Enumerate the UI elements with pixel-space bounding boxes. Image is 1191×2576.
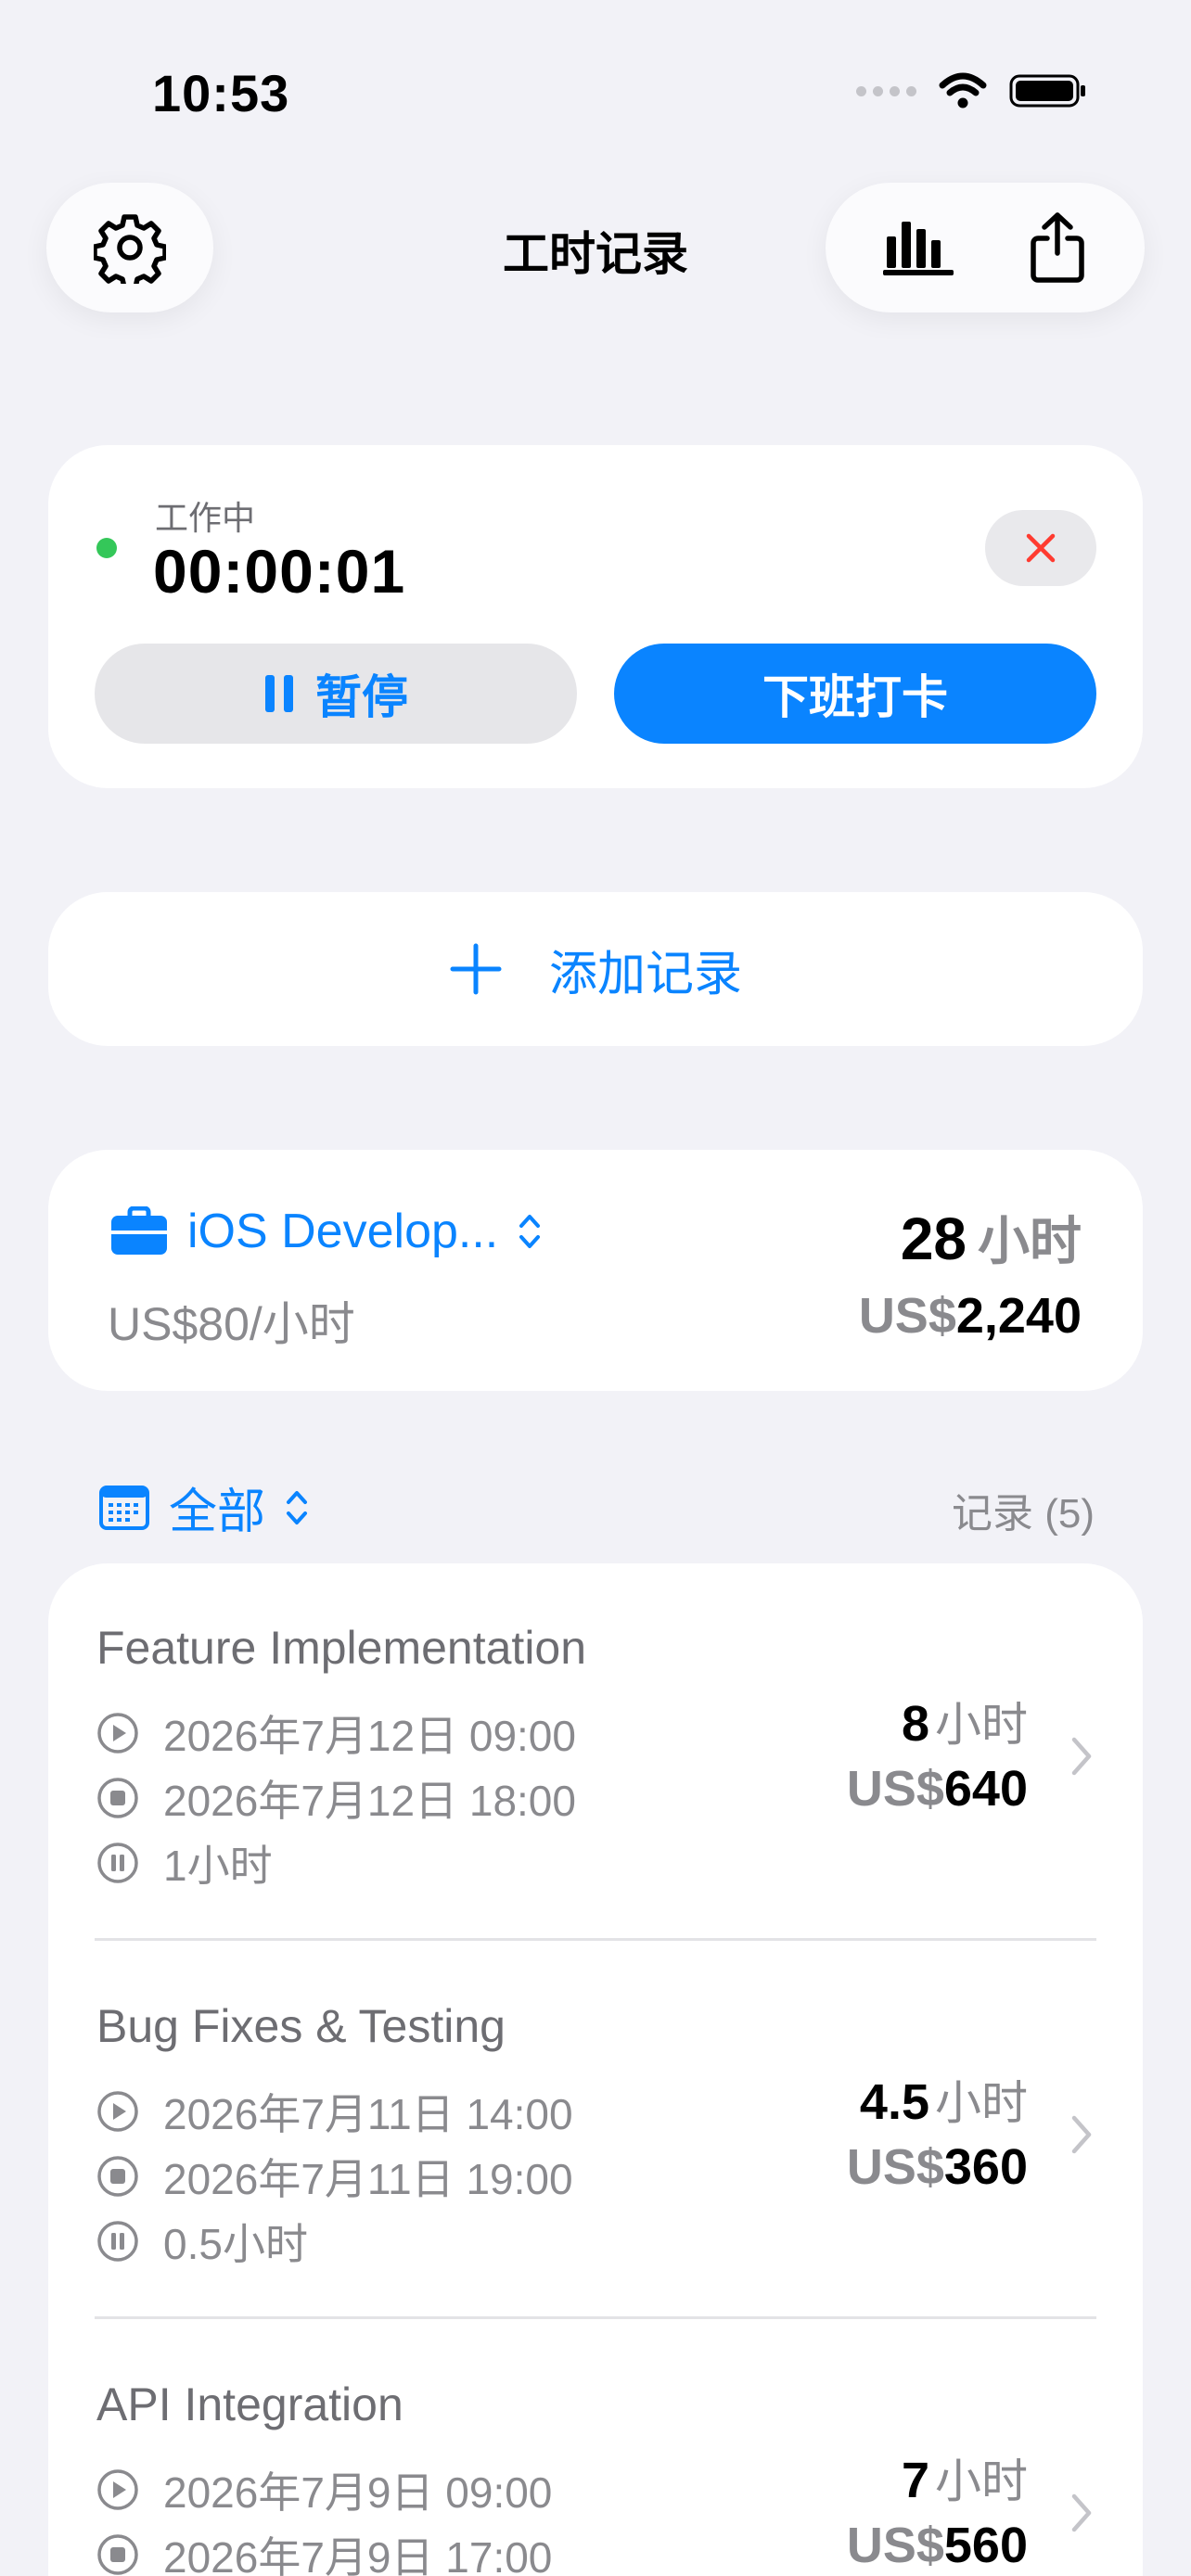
bar-chart-icon[interactable]	[882, 218, 957, 277]
record-hours: 7 小时	[902, 2444, 1028, 2511]
record-start: 2026年7月9日 09:00	[96, 2459, 552, 2520]
record-end: 2026年7月12日 18:00	[96, 1767, 576, 1829]
briefcase-icon	[111, 1206, 167, 1255]
record-break: 0.5小时	[96, 2211, 308, 2272]
pause-circle-icon	[97, 1843, 138, 1883]
record-end: 2026年7月9日 17:00	[96, 2524, 552, 2576]
record-amount: US$560	[847, 2517, 1028, 2574]
record-hours-value: 4.5	[859, 2074, 929, 2130]
record-title: Bug Fixes & Testing	[96, 2000, 506, 2052]
wifi-icon	[939, 72, 987, 108]
status-icons	[856, 72, 1087, 109]
cancel-timer-button[interactable]	[985, 510, 1096, 586]
total-amount: US$2,240	[859, 1287, 1082, 1345]
record-amount: US$640	[847, 1760, 1028, 1817]
record-break-duration: 1小时	[163, 1842, 273, 1890]
timer-status-label: 工作中	[155, 499, 256, 537]
record-hours-unit: 小时	[935, 2077, 1028, 2129]
stop-circle-icon	[97, 1778, 138, 1818]
stop-circle-icon	[97, 2156, 138, 2197]
add-record-label: 添加记录	[548, 947, 742, 1001]
record-hours-unit: 小时	[935, 1699, 1028, 1751]
active-status-dot	[96, 538, 117, 558]
record-amount: US$360	[847, 2138, 1028, 2196]
total-hours-value: 28	[900, 1205, 967, 1272]
project-name: iOS Develop...	[187, 1205, 499, 1258]
record-hours: 8 小时	[902, 1688, 1028, 1754]
clock-out-label: 下班打卡	[762, 671, 948, 723]
record-currency: US$	[846, 2139, 944, 2195]
cellular-signal-icon	[856, 85, 916, 96]
play-circle-icon	[97, 2091, 138, 2132]
record-amount-value: 640	[943, 1761, 1028, 1817]
pause-circle-icon	[97, 2221, 138, 2262]
records-list: Feature Implementation 2026年7月12日 09:00 …	[48, 1563, 1143, 2576]
pause-label: 暂停	[315, 671, 408, 723]
record-end-time: 2026年7月12日 18:00	[163, 1777, 576, 1825]
chevron-right-icon	[1071, 2115, 1092, 2154]
record-start-time: 2026年7月9日 09:00	[163, 2468, 553, 2517]
chevron-up-down-icon	[287, 1490, 308, 1524]
record-start: 2026年7月12日 09:00	[96, 1702, 576, 1764]
stop-circle-icon	[97, 2534, 138, 2575]
add-record-button[interactable]: 添加记录	[48, 892, 1143, 1046]
record-end: 2026年7月11日 19:00	[96, 2146, 573, 2207]
records-count: 记录 (5)	[952, 1491, 1095, 1537]
record-start-time: 2026年7月12日 09:00	[163, 1712, 576, 1760]
record-currency: US$	[846, 1761, 944, 1817]
chevron-up-down-icon	[519, 1215, 541, 1248]
record-end-time: 2026年7月11日 19:00	[163, 2155, 573, 2203]
total-amount-value: 2,240	[955, 1288, 1082, 1344]
elapsed-time: 00:00:01	[153, 537, 406, 606]
record-break-duration: 0.5小时	[163, 2220, 308, 2268]
total-currency: US$	[858, 1288, 956, 1344]
hourly-rate: US$80/小时	[108, 1298, 355, 1350]
screen: 10:53 工时记录 工作中 00:00:01 暂停 下班打卡 添加记录 iOS…	[0, 0, 1191, 2576]
clock-out-button[interactable]: 下班打卡	[614, 644, 1096, 744]
record-end-time: 2026年7月9日 17:00	[163, 2533, 553, 2576]
record-amount-value: 560	[943, 2518, 1028, 2573]
record-item[interactable]: API Integration 2026年7月9日 09:00 2026年7月9…	[48, 2320, 1143, 2576]
record-hours-value: 7	[901, 2453, 929, 2508]
timer-card: 工作中 00:00:01 暂停 下班打卡	[48, 445, 1143, 788]
record-item[interactable]: Feature Implementation 2026年7月12日 09:00 …	[48, 1563, 1143, 1942]
filter-label: 全部	[169, 1486, 266, 1539]
record-currency: US$	[846, 2518, 944, 2573]
record-amount-value: 360	[943, 2139, 1028, 2195]
record-break: 1小时	[96, 1832, 273, 1894]
status-time: 10:53	[152, 64, 290, 122]
record-title: API Integration	[96, 2378, 403, 2430]
total-hours-unit: 小时	[978, 1212, 1082, 1270]
pause-button[interactable]: 暂停	[95, 644, 577, 744]
chevron-right-icon	[1071, 2493, 1092, 2532]
divider	[95, 1938, 1096, 1941]
play-circle-icon	[97, 1713, 138, 1753]
total-hours: 28 小时	[901, 1200, 1082, 1275]
chevron-right-icon	[1071, 1737, 1092, 1776]
close-icon	[1026, 533, 1056, 563]
record-hours: 4.5 小时	[860, 2066, 1028, 2133]
calendar-icon	[99, 1485, 149, 1530]
nav-actions	[826, 183, 1145, 312]
share-icon[interactable]	[1027, 210, 1088, 285]
record-hours-value: 8	[901, 1696, 929, 1752]
battery-icon	[1009, 74, 1085, 108]
project-picker[interactable]: iOS Develop...	[109, 1204, 543, 1259]
record-item[interactable]: Bug Fixes & Testing 2026年7月11日 14:00 202…	[48, 1942, 1143, 2320]
date-filter-picker[interactable]: 全部	[98, 1473, 310, 1542]
divider	[95, 2316, 1096, 2319]
record-start: 2026年7月11日 14:00	[96, 2081, 573, 2142]
project-summary-card: iOS Develop... US$80/小时 28 小时 US$2,240	[48, 1150, 1143, 1391]
pause-icon	[265, 675, 293, 712]
record-hours-unit: 小时	[935, 2455, 1028, 2507]
play-circle-icon	[97, 2469, 138, 2510]
record-title: Feature Implementation	[96, 1622, 587, 1674]
plus-icon	[450, 943, 502, 995]
record-start-time: 2026年7月11日 14:00	[163, 2090, 573, 2138]
